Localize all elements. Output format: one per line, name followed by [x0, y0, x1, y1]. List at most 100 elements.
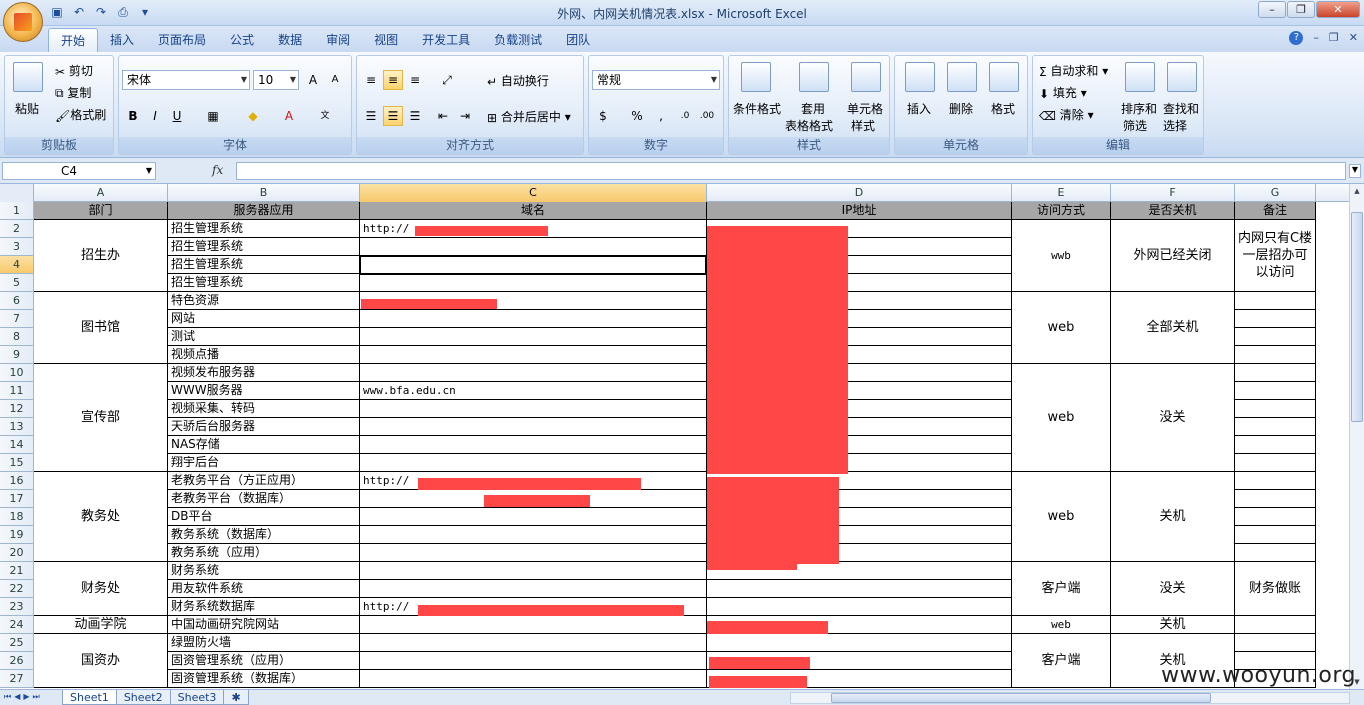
department-cell[interactable]: 动画学院	[34, 616, 168, 634]
domain-cell[interactable]	[360, 274, 707, 292]
note-cell[interactable]	[1235, 310, 1316, 328]
app-cell[interactable]: 招生管理系统	[168, 220, 360, 238]
align-center-icon[interactable]: ☰	[383, 106, 403, 126]
minimize-button[interactable]: –	[1258, 1, 1286, 18]
underline-button[interactable]: U	[167, 106, 187, 126]
note-cell[interactable]	[1235, 436, 1316, 454]
close-button[interactable]: ✕	[1316, 1, 1360, 18]
formula-bar-expand-icon[interactable]: ▼	[1349, 164, 1361, 178]
font-color-icon[interactable]: A	[279, 106, 299, 126]
sort-filter-label-1[interactable]: 排序和	[1121, 100, 1157, 117]
domain-cell[interactable]	[360, 436, 707, 454]
format-cells-button[interactable]: 格式	[991, 100, 1015, 117]
tab-data[interactable]: 数据	[266, 28, 314, 52]
header-cell-b[interactable]: 服务器应用	[168, 202, 360, 220]
sheet-tab-1[interactable]: Sheet1	[62, 690, 117, 705]
app-cell[interactable]: 特色资源	[168, 292, 360, 310]
scroll-up-icon[interactable]: ▲	[1351, 185, 1363, 197]
row-header-5[interactable]: 5	[0, 274, 34, 292]
domain-cell[interactable]	[360, 364, 707, 382]
note-cell[interactable]	[1235, 472, 1316, 490]
app-cell[interactable]: 财务系统	[168, 562, 360, 580]
vertical-scroll-thumb[interactable]	[1351, 212, 1363, 422]
app-cell[interactable]: 中国动画研究院网站	[168, 616, 360, 634]
row-header-19[interactable]: 19	[0, 526, 34, 544]
shutdown-cell[interactable]: 没关	[1111, 562, 1235, 616]
wrap-text-button[interactable]: ↵ 自动换行	[487, 72, 549, 89]
header-cell-c[interactable]: 域名	[360, 202, 707, 220]
app-cell[interactable]: 招生管理系统	[168, 256, 360, 274]
cell-styles-label-1[interactable]: 单元格	[847, 100, 883, 117]
shutdown-cell[interactable]: 全部关机	[1111, 292, 1235, 364]
ip-cell[interactable]	[707, 598, 1012, 616]
align-right-icon[interactable]: ☰	[405, 106, 425, 126]
app-cell[interactable]: 固资管理系统（应用）	[168, 652, 360, 670]
app-cell[interactable]: 视频点播	[168, 346, 360, 364]
domain-cell[interactable]	[360, 400, 707, 418]
format-as-table-icon[interactable]	[799, 62, 829, 92]
horizontal-scroll-thumb[interactable]	[831, 693, 1211, 703]
copy-button[interactable]: ⧉ 复制	[55, 84, 91, 101]
domain-cell[interactable]	[360, 310, 707, 328]
domain-cell[interactable]	[360, 508, 707, 526]
conditional-format-icon[interactable]	[741, 62, 771, 92]
domain-cell[interactable]	[360, 562, 707, 580]
domain-cell[interactable]	[360, 526, 707, 544]
worksheet-grid[interactable]: A B C D E F G 1 2 3 4 5 6 7 8 9 10 11 12 13 14 15 16 17 1…	[0, 184, 1364, 689]
domain-cell[interactable]	[360, 238, 707, 256]
column-header-d[interactable]: D	[707, 184, 1012, 202]
autosum-button[interactable]: Σ 自动求和 ▾	[1039, 62, 1108, 79]
department-cell[interactable]: 国资办	[34, 634, 168, 688]
access-cell[interactable]: web	[1012, 616, 1111, 634]
office-button[interactable]	[3, 2, 43, 42]
fill-button[interactable]: ⬇ 填充 ▾	[1039, 84, 1087, 101]
shutdown-cell[interactable]: 外网已经关闭	[1111, 220, 1235, 292]
row-header-10[interactable]: 10	[0, 364, 34, 382]
domain-cell[interactable]	[360, 256, 707, 274]
app-cell[interactable]: 网站	[168, 310, 360, 328]
column-header-b[interactable]: B	[168, 184, 360, 202]
percent-icon[interactable]: %	[627, 106, 647, 126]
format-painter-button[interactable]: 🖌格式刷	[55, 106, 106, 123]
tab-insert[interactable]: 插入	[98, 28, 146, 52]
format-as-table-label-2[interactable]: 表格格式	[785, 117, 833, 134]
access-cell[interactable]: 客户端	[1012, 634, 1111, 688]
app-cell[interactable]: 招生管理系统	[168, 238, 360, 256]
app-cell[interactable]: 教务系统（数据库）	[168, 526, 360, 544]
tab-review[interactable]: 审阅	[314, 28, 362, 52]
vertical-scrollbar[interactable]: ▲ ▼	[1349, 184, 1364, 689]
currency-icon[interactable]: $	[593, 106, 613, 126]
fill-color-icon[interactable]: ◆	[243, 106, 263, 126]
shrink-font-button[interactable]: A	[325, 70, 345, 90]
paste-icon[interactable]	[13, 62, 43, 92]
conditional-format-button[interactable]: 条件格式	[733, 100, 781, 117]
number-format-select[interactable]: 常规 ▼	[592, 70, 720, 90]
row-header-27[interactable]: 27	[0, 670, 34, 688]
merge-center-button[interactable]: ⊞ 合并后居中 ▾	[487, 108, 571, 125]
domain-cell[interactable]	[360, 418, 707, 436]
app-cell[interactable]: WWW服务器	[168, 382, 360, 400]
note-cell[interactable]	[1235, 364, 1316, 382]
align-top-icon[interactable]: ≡	[361, 70, 381, 90]
row-header-11[interactable]: 11	[0, 382, 34, 400]
row-header-21[interactable]: 21	[0, 562, 34, 580]
note-cell[interactable]	[1235, 616, 1316, 634]
find-select-icon[interactable]	[1167, 62, 1197, 92]
increase-indent-icon[interactable]: ⇥	[455, 106, 475, 126]
cut-button[interactable]: ✂ 剪切	[55, 62, 93, 79]
row-header-13[interactable]: 13	[0, 418, 34, 436]
column-header-e[interactable]: E	[1012, 184, 1111, 202]
access-cell[interactable]: web	[1012, 364, 1111, 472]
header-cell-d[interactable]: IP地址	[707, 202, 1012, 220]
increase-decimal-icon[interactable]: .0	[675, 106, 695, 126]
note-cell[interactable]	[1235, 454, 1316, 472]
row-header-17[interactable]: 17	[0, 490, 34, 508]
app-cell[interactable]: 视频采集、转码	[168, 400, 360, 418]
comma-icon[interactable]: ,	[651, 106, 671, 126]
app-cell[interactable]: 视频发布服务器	[168, 364, 360, 382]
shutdown-cell[interactable]: 关机	[1111, 472, 1235, 562]
column-header-g[interactable]: G	[1235, 184, 1316, 202]
ip-cell[interactable]	[707, 580, 1012, 598]
row-header-25[interactable]: 25	[0, 634, 34, 652]
tab-developer[interactable]: 开发工具	[410, 28, 482, 52]
